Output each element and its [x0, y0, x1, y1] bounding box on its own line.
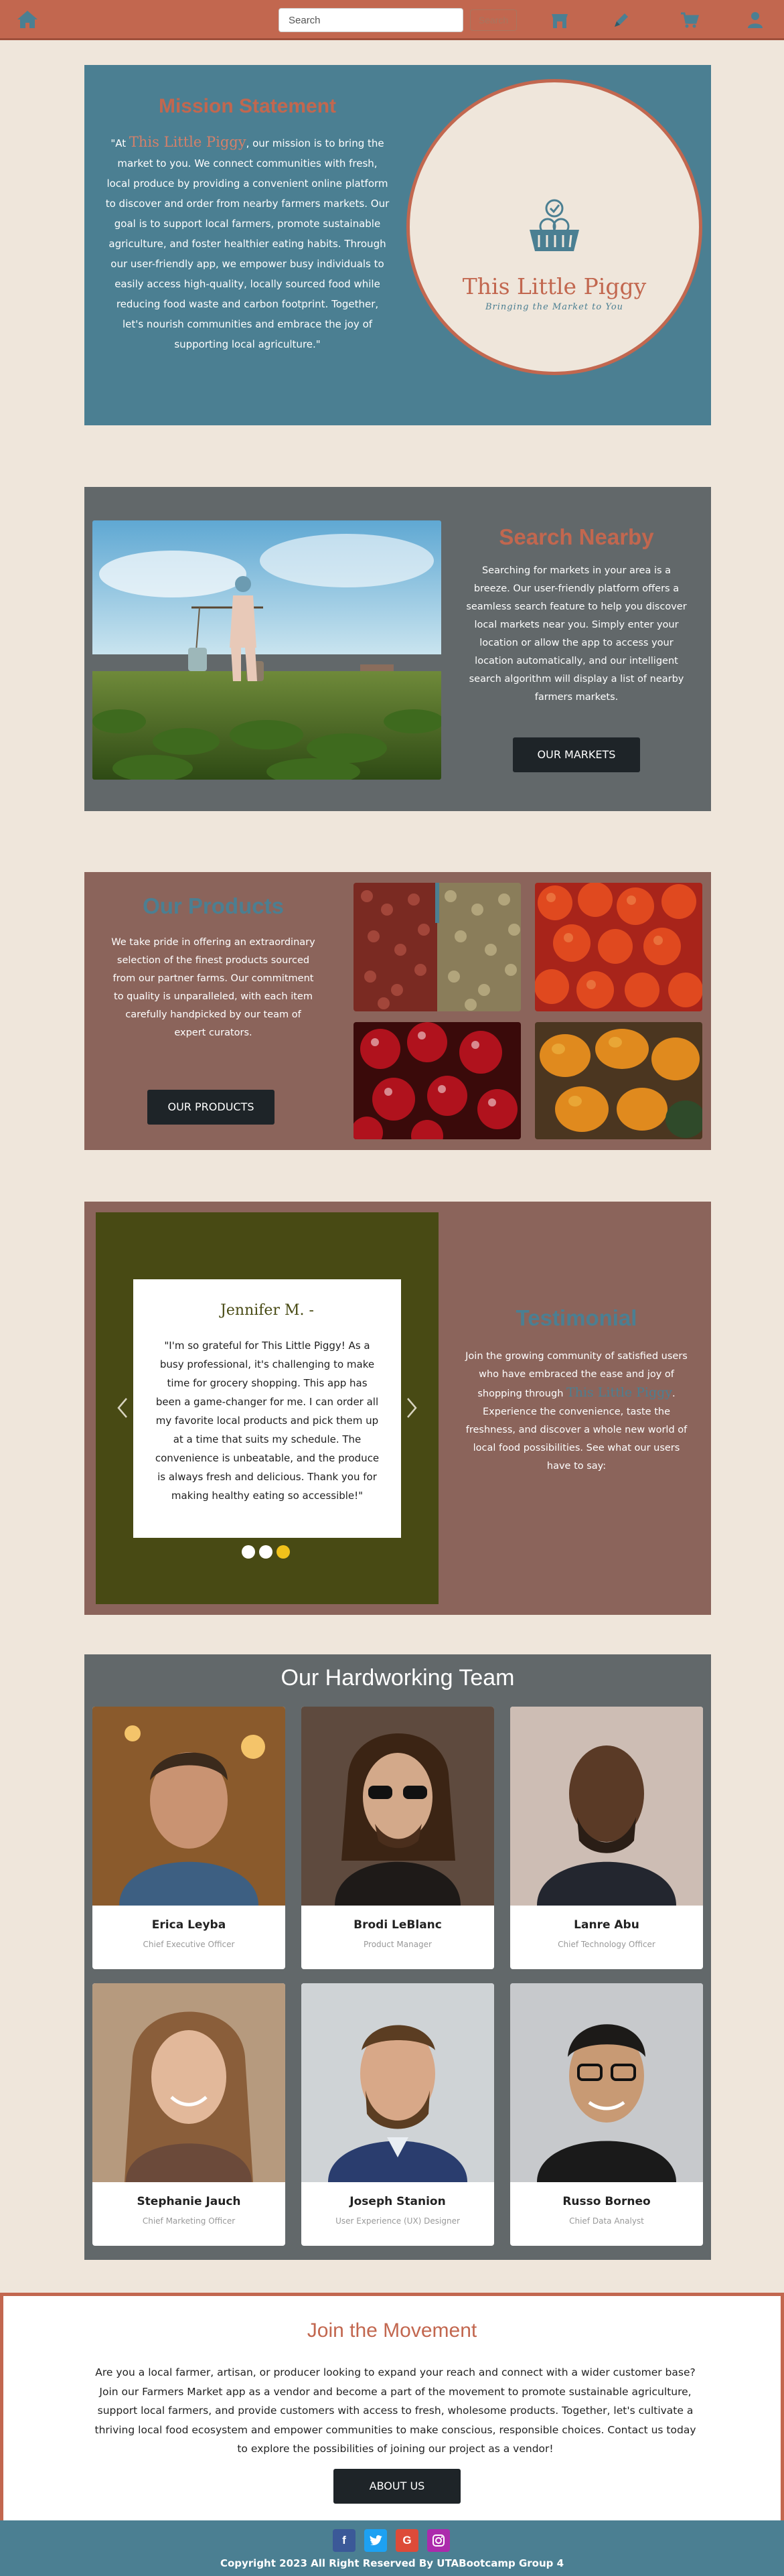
twitter-icon[interactable]: [364, 2529, 387, 2552]
beans-image: [354, 883, 521, 1011]
home-icon[interactable]: [16, 9, 39, 29]
team-member-card: Stephanie Jauch Chief Marketing Officer: [92, 1983, 285, 2246]
team-title: Our Hardworking Team: [281, 1665, 515, 1691]
footer: f G Copyright 2023 All Right Reserved By…: [0, 2520, 784, 2576]
member-name: Erica Leyba: [151, 1918, 226, 1932]
chevron-right-icon[interactable]: [401, 1394, 421, 1421]
join-text: Are you a local farmer, artisan, or prod…: [94, 2366, 696, 2455]
user-icon[interactable]: [743, 8, 767, 32]
member-role: Chief Technology Officer: [558, 1940, 655, 1949]
brand-logo: This Little Piggy Bringing the Market to…: [406, 79, 702, 375]
search-button[interactable]: Search: [470, 9, 517, 31]
member-role: Chief Executive Officer: [143, 1940, 235, 1949]
testimonial-carousel: Jennifer M. - "I'm so grateful for This …: [96, 1212, 439, 1604]
our-products-button[interactable]: OUR PRODUCTS: [147, 1090, 275, 1125]
member-photo: [510, 1707, 703, 1906]
member-name: Russo Borneo: [562, 2195, 651, 2208]
about-us-button[interactable]: ABOUT US: [333, 2469, 461, 2504]
cherries-image: [354, 1022, 521, 1139]
logo-tagline: Bringing the Market to You: [485, 302, 624, 312]
member-photo: [510, 1983, 703, 2182]
mission-title: Mission Statement: [158, 95, 337, 117]
team-section: Our Hardworking Team Erica Leyba Chief E…: [84, 1654, 711, 2260]
logo-title: This Little Piggy: [462, 273, 647, 299]
basket-icon: [530, 199, 579, 251]
member-name: Lanre Abu: [574, 1918, 639, 1932]
our-markets-button[interactable]: OUR MARKETS: [513, 737, 640, 772]
search-input[interactable]: [279, 8, 463, 32]
member-photo: [92, 1707, 285, 1906]
carousel-dot[interactable]: [259, 1545, 272, 1559]
navbar: Search: [0, 0, 784, 40]
google-icon[interactable]: G: [396, 2529, 418, 2552]
member-name: Brodi LeBlanc: [354, 1918, 442, 1932]
member-photo: [301, 1707, 494, 1906]
testimonial-text: Join the growing community of satisfied …: [465, 1351, 688, 1472]
products-section: Our Products We take pride in offering a…: [84, 872, 711, 1150]
carousel-dot[interactable]: [242, 1545, 255, 1559]
team-member-card: Erica Leyba Chief Executive Officer: [92, 1707, 285, 1969]
testimonial-quote: "I'm so grateful for This Little Piggy! …: [155, 1340, 380, 1502]
member-photo: [92, 1983, 285, 2182]
search-nearby-title: Search Nearby: [499, 524, 654, 549]
member-name: Joseph Stanion: [349, 2195, 446, 2208]
team-member-card: Russo Borneo Chief Data Analyst: [510, 1983, 703, 2246]
member-photo: [301, 1983, 494, 2182]
mission-text: "At This Little Piggy, our mission is to…: [105, 134, 390, 350]
team-member-card: Joseph Stanion User Experience (UX) Desi…: [301, 1983, 494, 2246]
brand-name-inline: This Little Piggy: [566, 1385, 673, 1400]
products-title: Our Products: [143, 893, 284, 918]
brand-name-inline: This Little Piggy: [129, 134, 246, 150]
tomatoes-image: [535, 883, 702, 1011]
vendor-icon[interactable]: [609, 8, 633, 32]
facebook-icon[interactable]: f: [333, 2529, 356, 2552]
member-role: Product Manager: [364, 1940, 432, 1949]
testimonial-section: Jennifer M. - "I'm so grateful for This …: [84, 1202, 711, 1615]
member-role: User Experience (UX) Designer: [335, 2216, 460, 2226]
carousel-dot-active[interactable]: [277, 1545, 290, 1559]
testimonial-author: Jennifer M. -: [220, 1302, 314, 1319]
products-text: We take pride in offering an extraordina…: [111, 937, 315, 1038]
search-nearby-section: Search Nearby Searching for markets in y…: [84, 487, 711, 811]
member-role: Chief Marketing Officer: [142, 2216, 236, 2226]
instagram-icon[interactable]: [427, 2529, 450, 2552]
copyright-text: Copyright 2023 All Right Reserved By UTA…: [220, 2557, 564, 2569]
cart-icon[interactable]: [678, 8, 702, 32]
mission-section: Mission Statement "At This Little Piggy,…: [84, 65, 711, 425]
market-icon[interactable]: [548, 8, 572, 32]
team-member-card: Lanre Abu Chief Technology Officer: [510, 1707, 703, 1969]
search-nearby-text: Searching for markets in your area is a …: [466, 565, 687, 703]
squash-image: [535, 1022, 702, 1139]
member-role: Chief Data Analyst: [569, 2216, 644, 2226]
chevron-left-icon[interactable]: [113, 1394, 133, 1421]
testimonial-title: Testimonial: [516, 1305, 637, 1330]
join-title: Join the Movement: [307, 2319, 477, 2342]
team-member-card: Brodi LeBlanc Product Manager: [301, 1707, 494, 1969]
testimonial-card: Jennifer M. - "I'm so grateful for This …: [133, 1279, 401, 1538]
carousel-indicators: [242, 1545, 290, 1559]
farmer-field-image: [92, 520, 441, 780]
join-movement-section: Join the Movement Are you a local farmer…: [0, 2293, 784, 2520]
member-name: Stephanie Jauch: [137, 2195, 241, 2208]
